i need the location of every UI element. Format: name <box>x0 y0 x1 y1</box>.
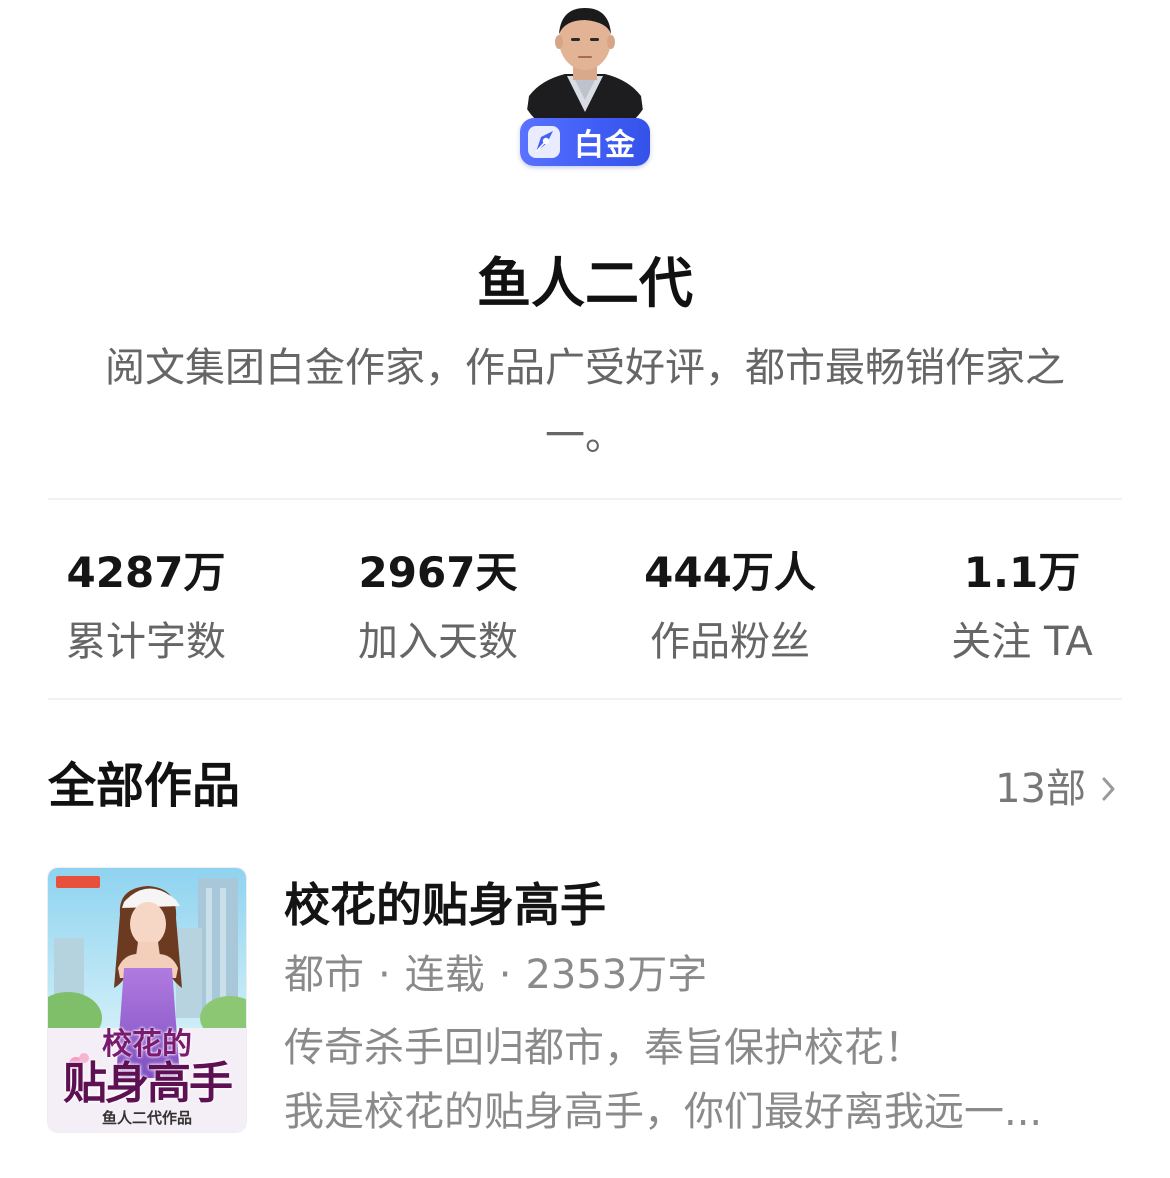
author-bio: 阅文集团白金作家，作品广受好评，都市最畅销作家之一。 <box>105 345 1065 459</box>
cover-author: 鱼人二代作品 <box>101 1109 192 1127</box>
book-desc-line: 传奇杀手回归都市，奉旨保护校花！ <box>284 1025 924 1071</box>
author-avatar-block[interactable]: 白金 <box>515 0 655 170</box>
separator-dot: · <box>378 952 391 998</box>
cover-title-line2: 贴身高手 <box>63 1058 233 1109</box>
stat-label: 加入天数 <box>358 619 518 665</box>
author-stats: 4287万 累计字数 2967天 加入天数 444万人 作品粉丝 1.1万 关注… <box>0 540 1170 680</box>
stat-value: 1.1万 <box>963 548 1081 597</box>
works-count: 13部 <box>995 766 1086 812</box>
separator-dot: · <box>498 952 512 998</box>
follow-author-button[interactable]: 1.1万 关注 TA <box>876 540 1168 678</box>
author-name: 鱼人二代 <box>477 252 693 315</box>
stat-fans: 444万人 作品粉丝 <box>584 540 876 678</box>
platinum-level-badge: 白金 <box>520 118 650 166</box>
book-title[interactable]: 校花的贴身高手 <box>284 874 606 936</box>
divider <box>48 698 1122 700</box>
stat-label: 关注 TA <box>951 619 1093 665</box>
book-word-count: 2353万字 <box>525 952 708 998</box>
chevron-right-icon <box>1100 774 1118 804</box>
stat-value: 444万人 <box>644 548 816 597</box>
stat-total-words: 4287万 累计字数 <box>0 540 292 678</box>
stat-days-joined: 2967天 加入天数 <box>292 540 584 678</box>
book-desc-line: 我是校花的贴身高手，你们最好离我远一... <box>284 1089 1043 1135</box>
divider <box>48 498 1122 500</box>
book-cover[interactable]: 校花的 贴身高手 鱼人二代作品 <box>48 868 246 1132</box>
badge-label: 白金 <box>574 128 636 163</box>
all-works-link[interactable]: 13部 <box>995 758 1118 820</box>
book-genre: 都市 <box>284 952 364 998</box>
book-status: 连载 <box>404 952 485 998</box>
stat-value: 4287万 <box>66 548 226 597</box>
stat-value: 2967天 <box>358 548 518 597</box>
stat-label: 累计字数 <box>66 619 226 665</box>
book-card[interactable]: 校花的 贴身高手 鱼人二代作品 校花的贴身高手 都市 · 连载 · 2353万字 传奇杀… <box>48 866 1122 1136</box>
book-meta: 都市 · 连载 · 2353万字 <box>284 944 707 1006</box>
section-title-all-works: 全部作品 <box>48 758 241 814</box>
book-description: 传奇杀手回归都市，奉旨保护校花！ 我是校花的贴身高手，你们最好离我远一... <box>284 1016 1114 1144</box>
pen-nib-icon <box>524 121 566 163</box>
cover-title-line1: 校花的 <box>102 1027 192 1062</box>
stat-label: 作品粉丝 <box>650 619 810 665</box>
